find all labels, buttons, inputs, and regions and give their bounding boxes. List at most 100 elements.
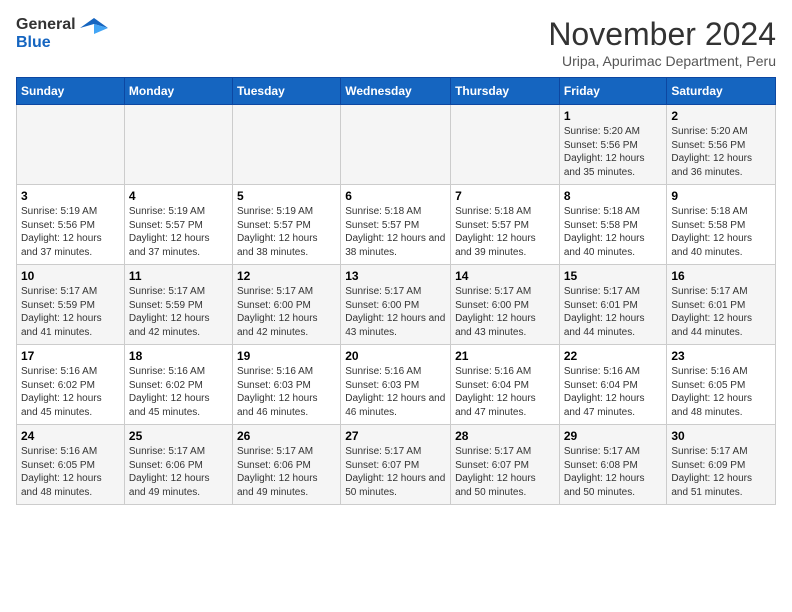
calendar-cell: 16Sunrise: 5:17 AM Sunset: 6:01 PM Dayli…	[667, 265, 776, 345]
logo-general: General	[16, 16, 76, 34]
weekday-header-friday: Friday	[559, 78, 667, 105]
calendar-week-row: 10 Sunrise: 5:17 AM Sunset: 5:59 PM Dayli…	[17, 265, 776, 345]
day-number: 8	[564, 189, 663, 203]
weekday-header-tuesday: Tuesday	[232, 78, 340, 105]
weekday-header-monday: Monday	[124, 78, 232, 105]
calendar-cell: 7Sunrise: 5:18 AM Sunset: 5:57 PM Daylig…	[451, 185, 560, 265]
calendar-cell: 6 Sunrise: 5:18 AM Sunset: 5:57 PM Daylig…	[341, 185, 451, 265]
calendar-cell: 22Sunrise: 5:16 AM Sunset: 6:04 PM Dayli…	[559, 345, 667, 425]
calendar-cell: 14 Sunrise: 5:17 AM Sunset: 6:00 PM Dayli…	[451, 265, 560, 345]
day-number: 15	[564, 269, 663, 283]
day-info: Sunrise: 5:19 AM Sunset: 5:56 PM Dayligh…	[21, 205, 120, 259]
day-number: 10	[21, 269, 120, 283]
day-number: 27	[345, 429, 446, 443]
weekday-header-wednesday: Wednesday	[341, 78, 451, 105]
calendar-cell	[451, 105, 560, 185]
day-info: Sunrise: 5:16 AM Sunset: 6:02 PM Dayligh…	[129, 365, 228, 419]
logo-blue: Blue	[16, 34, 76, 52]
calendar-week-row: 3 Sunrise: 5:19 AM Sunset: 5:56 PM Daylig…	[17, 185, 776, 265]
calendar-cell: 13Sunrise: 5:17 AM Sunset: 6:00 PM Dayli…	[341, 265, 451, 345]
day-info: Sunrise: 5:17 AM Sunset: 6:01 PM Dayligh…	[564, 285, 663, 339]
day-info: Sunrise: 5:19 AM Sunset: 5:57 PM Dayligh…	[237, 205, 336, 259]
calendar-cell: 27 Sunrise: 5:17 AM Sunset: 6:07 PM Dayli…	[341, 425, 451, 505]
calendar-week-row: 24 Sunrise: 5:16 AM Sunset: 6:05 PM Dayli…	[17, 425, 776, 505]
calendar-cell: 2 Sunrise: 5:20 AM Sunset: 5:56 PM Daylig…	[667, 105, 776, 185]
calendar-cell: 19Sunrise: 5:16 AM Sunset: 6:03 PM Dayli…	[232, 345, 340, 425]
day-number: 28	[455, 429, 555, 443]
day-number: 2	[671, 109, 771, 123]
calendar-cell	[17, 105, 125, 185]
location-subtitle: Uripa, Apurimac Department, Peru	[548, 53, 776, 69]
day-info: Sunrise: 5:17 AM Sunset: 6:00 PM Dayligh…	[455, 285, 555, 339]
day-number: 21	[455, 349, 555, 363]
calendar-cell: 28 Sunrise: 5:17 AM Sunset: 6:07 PM Dayli…	[451, 425, 560, 505]
day-info: Sunrise: 5:16 AM Sunset: 6:05 PM Dayligh…	[21, 445, 120, 499]
day-info: Sunrise: 5:16 AM Sunset: 6:03 PM Dayligh…	[237, 365, 336, 419]
logo-bird-icon	[80, 14, 108, 47]
day-number: 5	[237, 189, 336, 203]
calendar-cell: 30 Sunrise: 5:17 AM Sunset: 6:09 PM Dayli…	[667, 425, 776, 505]
calendar-cell: 18 Sunrise: 5:16 AM Sunset: 6:02 PM Dayli…	[124, 345, 232, 425]
calendar-cell: 12 Sunrise: 5:17 AM Sunset: 6:00 PM Dayli…	[232, 265, 340, 345]
day-number: 6	[345, 189, 446, 203]
day-info: Sunrise: 5:17 AM Sunset: 6:01 PM Dayligh…	[671, 285, 771, 339]
day-info: Sunrise: 5:17 AM Sunset: 6:07 PM Dayligh…	[455, 445, 555, 499]
day-info: Sunrise: 5:20 AM Sunset: 5:56 PM Dayligh…	[671, 125, 771, 179]
calendar-week-row: 1 Sunrise: 5:20 AM Sunset: 5:56 PM Daylig…	[17, 105, 776, 185]
day-number: 7	[455, 189, 555, 203]
day-info: Sunrise: 5:18 AM Sunset: 5:58 PM Dayligh…	[564, 205, 663, 259]
weekday-header-saturday: Saturday	[667, 78, 776, 105]
day-info: Sunrise: 5:17 AM Sunset: 6:09 PM Dayligh…	[671, 445, 771, 499]
day-number: 22	[564, 349, 663, 363]
weekday-header-row: SundayMondayTuesdayWednesdayThursdayFrid…	[17, 78, 776, 105]
day-number: 20	[345, 349, 446, 363]
day-number: 29	[564, 429, 663, 443]
calendar-cell: 26Sunrise: 5:17 AM Sunset: 6:06 PM Dayli…	[232, 425, 340, 505]
day-number: 14	[455, 269, 555, 283]
title-block: November 2024 Uripa, Apurimac Department…	[548, 16, 776, 69]
calendar-cell: 4Sunrise: 5:19 AM Sunset: 5:57 PM Daylig…	[124, 185, 232, 265]
calendar-cell: 9Sunrise: 5:18 AM Sunset: 5:58 PM Daylig…	[667, 185, 776, 265]
day-info: Sunrise: 5:18 AM Sunset: 5:58 PM Dayligh…	[671, 205, 771, 259]
calendar-cell: 25Sunrise: 5:17 AM Sunset: 6:06 PM Dayli…	[124, 425, 232, 505]
calendar-cell: 17 Sunrise: 5:16 AM Sunset: 6:02 PM Dayli…	[17, 345, 125, 425]
day-number: 23	[671, 349, 771, 363]
calendar-cell: 21 Sunrise: 5:16 AM Sunset: 6:04 PM Dayli…	[451, 345, 560, 425]
day-info: Sunrise: 5:20 AM Sunset: 5:56 PM Dayligh…	[564, 125, 663, 179]
day-number: 1	[564, 109, 663, 123]
calendar-cell: 10 Sunrise: 5:17 AM Sunset: 5:59 PM Dayli…	[17, 265, 125, 345]
logo: General Blue	[16, 16, 108, 52]
day-info: Sunrise: 5:16 AM Sunset: 6:04 PM Dayligh…	[455, 365, 555, 419]
calendar-cell: 1 Sunrise: 5:20 AM Sunset: 5:56 PM Daylig…	[559, 105, 667, 185]
day-number: 12	[237, 269, 336, 283]
calendar-cell	[124, 105, 232, 185]
calendar-cell	[341, 105, 451, 185]
page-header: General Blue November 2024 Uripa, Apurim…	[16, 16, 776, 69]
day-number: 3	[21, 189, 120, 203]
day-number: 25	[129, 429, 228, 443]
day-number: 24	[21, 429, 120, 443]
day-number: 18	[129, 349, 228, 363]
day-info: Sunrise: 5:18 AM Sunset: 5:57 PM Dayligh…	[345, 205, 446, 259]
day-info: Sunrise: 5:16 AM Sunset: 6:03 PM Dayligh…	[345, 365, 446, 419]
calendar-cell: 23Sunrise: 5:16 AM Sunset: 6:05 PM Dayli…	[667, 345, 776, 425]
day-number: 13	[345, 269, 446, 283]
calendar-cell: 3 Sunrise: 5:19 AM Sunset: 5:56 PM Daylig…	[17, 185, 125, 265]
calendar-table: SundayMondayTuesdayWednesdayThursdayFrid…	[16, 77, 776, 505]
day-info: Sunrise: 5:17 AM Sunset: 5:59 PM Dayligh…	[21, 285, 120, 339]
calendar-cell: 5 Sunrise: 5:19 AM Sunset: 5:57 PM Daylig…	[232, 185, 340, 265]
day-info: Sunrise: 5:17 AM Sunset: 6:06 PM Dayligh…	[237, 445, 336, 499]
weekday-header-sunday: Sunday	[17, 78, 125, 105]
calendar-cell: 8 Sunrise: 5:18 AM Sunset: 5:58 PM Daylig…	[559, 185, 667, 265]
day-number: 17	[21, 349, 120, 363]
day-info: Sunrise: 5:17 AM Sunset: 6:00 PM Dayligh…	[237, 285, 336, 339]
calendar-cell	[232, 105, 340, 185]
day-number: 30	[671, 429, 771, 443]
calendar-week-row: 17 Sunrise: 5:16 AM Sunset: 6:02 PM Dayli…	[17, 345, 776, 425]
day-info: Sunrise: 5:19 AM Sunset: 5:57 PM Dayligh…	[129, 205, 228, 259]
day-info: Sunrise: 5:17 AM Sunset: 6:08 PM Dayligh…	[564, 445, 663, 499]
day-info: Sunrise: 5:17 AM Sunset: 6:07 PM Dayligh…	[345, 445, 446, 499]
day-info: Sunrise: 5:17 AM Sunset: 5:59 PM Dayligh…	[129, 285, 228, 339]
day-info: Sunrise: 5:16 AM Sunset: 6:02 PM Dayligh…	[21, 365, 120, 419]
calendar-cell: 29 Sunrise: 5:17 AM Sunset: 6:08 PM Dayli…	[559, 425, 667, 505]
